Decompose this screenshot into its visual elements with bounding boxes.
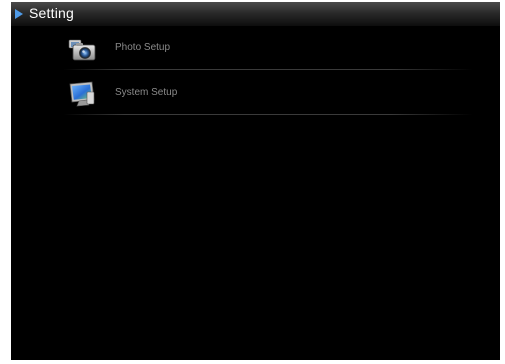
page-title: Setting	[29, 5, 74, 21]
settings-screen: Setting Photo Setup System Setup	[11, 2, 500, 360]
divider	[63, 114, 473, 115]
monitor-icon	[69, 81, 95, 107]
play-arrow-icon	[15, 9, 23, 19]
title-bar: Setting	[11, 2, 500, 26]
menu-item-photo-setup[interactable]: Photo Setup	[63, 30, 473, 70]
camera-icon	[68, 39, 96, 61]
menu-item-system-setup[interactable]: System Setup	[63, 75, 473, 115]
menu-item-label: Photo Setup	[115, 42, 171, 53]
divider	[63, 69, 473, 70]
menu-item-label: System Setup	[115, 87, 178, 98]
